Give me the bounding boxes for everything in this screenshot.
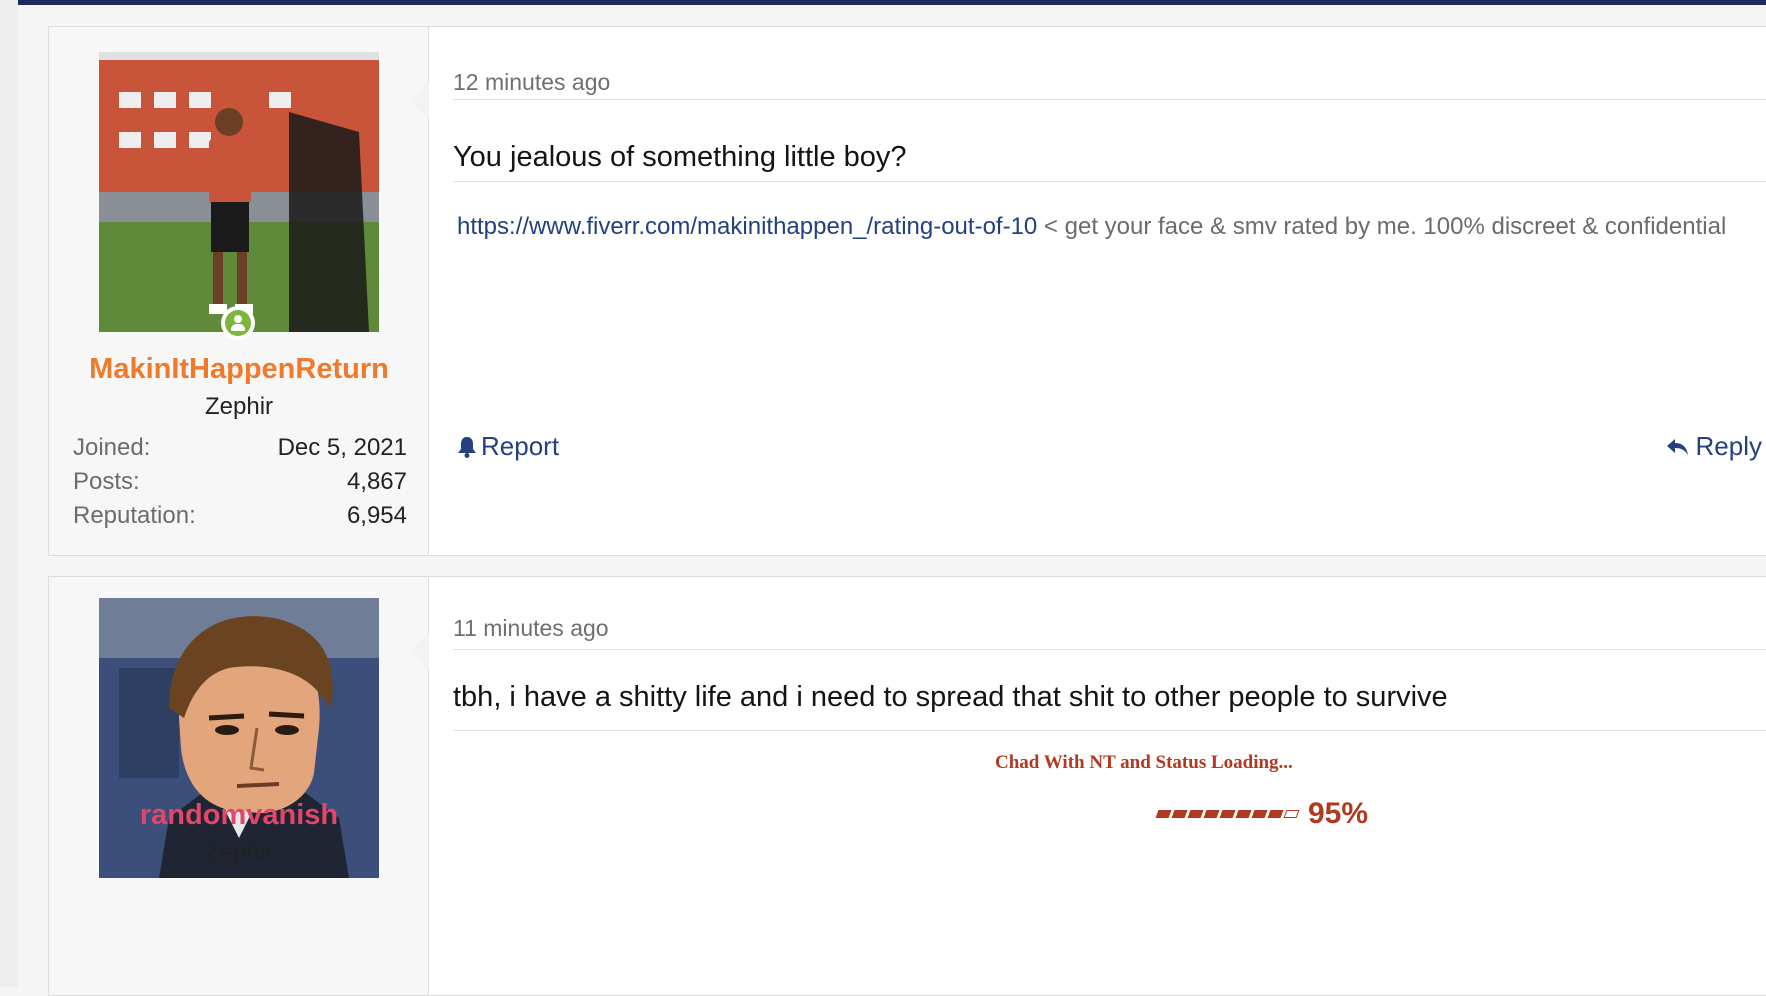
post-pointer <box>409 83 429 119</box>
report-button[interactable]: Report <box>457 431 559 462</box>
post-user-info: randomvanish Zephir <box>49 577 429 995</box>
signature: https://www.fiverr.com/makinithappen_/ra… <box>457 213 1726 241</box>
avatar-image <box>99 598 379 878</box>
progress-segment-filled <box>1187 810 1204 818</box>
post-content: 11 minutes ago tbh, i have a shitty life… <box>453 577 1766 995</box>
signature-progress: 95% <box>1155 797 1369 831</box>
page-top-bar <box>18 0 1766 5</box>
stat-label: Reputation: <box>73 502 196 529</box>
post-pointer <box>409 633 429 669</box>
reply-button[interactable]: Reply <box>1666 431 1762 462</box>
post-content: 12 minutes ago You jealous of something … <box>453 27 1766 555</box>
progress-bar <box>1155 810 1300 818</box>
report-label: Report <box>481 431 560 461</box>
post-message: tbh, i have a shitty life and i need to … <box>453 681 1448 713</box>
post: MakinItHappenReturn Zephir Joined: Dec 5… <box>48 26 1766 556</box>
reply-label: Reply <box>1695 431 1762 461</box>
user-title: Zephir <box>204 839 274 866</box>
post-timestamp[interactable]: 12 minutes ago <box>453 69 610 96</box>
progress-segment-filled <box>1235 810 1252 818</box>
progress-segment-filled <box>1219 810 1236 818</box>
signature-divider <box>453 181 1766 182</box>
signature-link[interactable]: https://www.fiverr.com/makinithappen_/ra… <box>457 213 1037 240</box>
progress-segment-filled <box>1155 810 1172 818</box>
progress-segment-filled <box>1251 810 1268 818</box>
post-message: You jealous of something little boy? <box>453 141 907 173</box>
signature-divider <box>453 730 1766 731</box>
progress-segment-filled <box>1267 810 1284 818</box>
progress-segment-filled <box>1203 810 1220 818</box>
post-actions: Report Reply <box>457 431 1762 471</box>
user-online-icon <box>221 306 255 340</box>
progress-segment-empty <box>1283 810 1300 818</box>
divider <box>453 649 1766 650</box>
stat-joined: Joined: Dec 5, 2021 <box>73 431 407 465</box>
avatar-image <box>99 52 379 332</box>
post-timestamp[interactable]: 11 minutes ago <box>453 615 609 642</box>
stat-value: 6,954 <box>346 502 407 529</box>
signature-loading-title: Chad With NT and Status Loading... <box>995 752 1293 773</box>
reply-arrow-icon <box>1666 438 1688 455</box>
user-title: Zephir <box>204 393 274 420</box>
stat-posts: Posts: 4,867 <box>73 465 407 499</box>
stat-label: Joined: <box>73 434 151 461</box>
avatar[interactable] <box>99 52 379 332</box>
stat-label: Posts: <box>73 468 140 495</box>
bell-icon <box>458 436 476 458</box>
divider <box>453 99 1766 100</box>
page-left-gutter <box>0 0 18 987</box>
signature-text: < get your face & smv rated by me. 100% … <box>1037 213 1727 240</box>
username[interactable]: randomvanish <box>49 799 429 832</box>
stat-reputation: Reputation: 6,954 <box>73 499 407 533</box>
progress-label: 95% <box>1308 797 1369 830</box>
post-user-info: MakinItHappenReturn Zephir Joined: Dec 5… <box>49 27 429 555</box>
stat-value: Dec 5, 2021 <box>277 434 407 461</box>
avatar[interactable] <box>99 598 379 878</box>
progress-segment-filled <box>1171 810 1188 818</box>
user-stats: Joined: Dec 5, 2021 Posts: 4,867 Reputat… <box>73 431 407 533</box>
username[interactable]: MakinItHappenReturn <box>49 353 429 386</box>
post: randomvanish Zephir 11 minutes ago tbh, … <box>48 576 1766 996</box>
stat-value[interactable]: 4,867 <box>347 465 407 499</box>
